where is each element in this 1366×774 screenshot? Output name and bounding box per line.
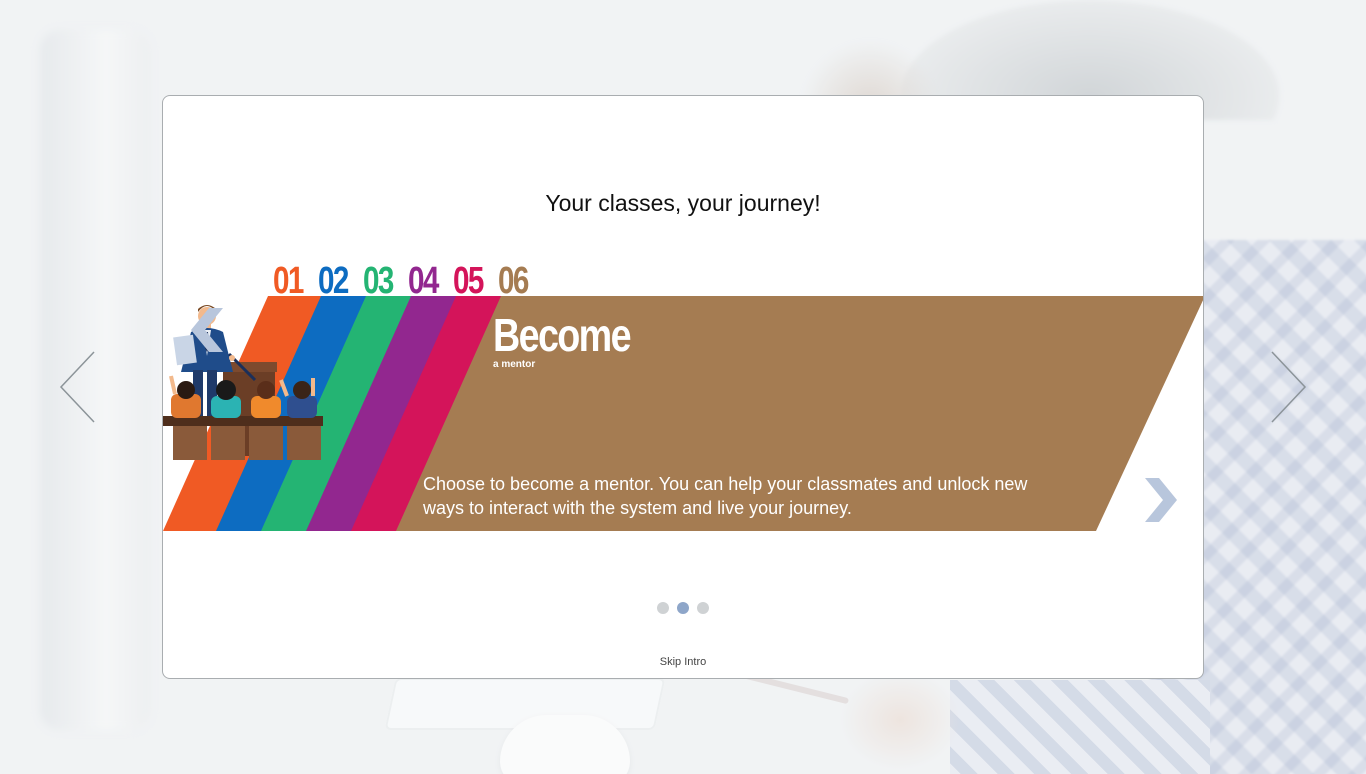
chevron-right-icon[interactable] (1143, 476, 1179, 529)
slide-subheading: a mentor (493, 359, 536, 370)
skip-intro-link[interactable]: Skip Intro (163, 656, 1203, 668)
slide-banner: Become a mentor Choose to become a mento… (163, 296, 1203, 531)
pagination-dot[interactable] (657, 602, 669, 614)
slide-pagination (657, 602, 709, 614)
thin-chevron-left-icon[interactable] (58, 350, 98, 424)
thin-chevron-right-icon[interactable] (1268, 350, 1308, 424)
intro-dialog: Your classes, your journey! 01 02 03 04 … (162, 95, 1204, 679)
pagination-dot[interactable] (677, 602, 689, 614)
pagination-dot[interactable] (697, 602, 709, 614)
intro-title: Your classes, your journey! (545, 190, 821, 216)
slide-description: Choose to become a mentor. You can help … (423, 474, 1028, 518)
slide-heading: Become (493, 309, 632, 361)
chevron-left-icon[interactable] (189, 306, 225, 359)
